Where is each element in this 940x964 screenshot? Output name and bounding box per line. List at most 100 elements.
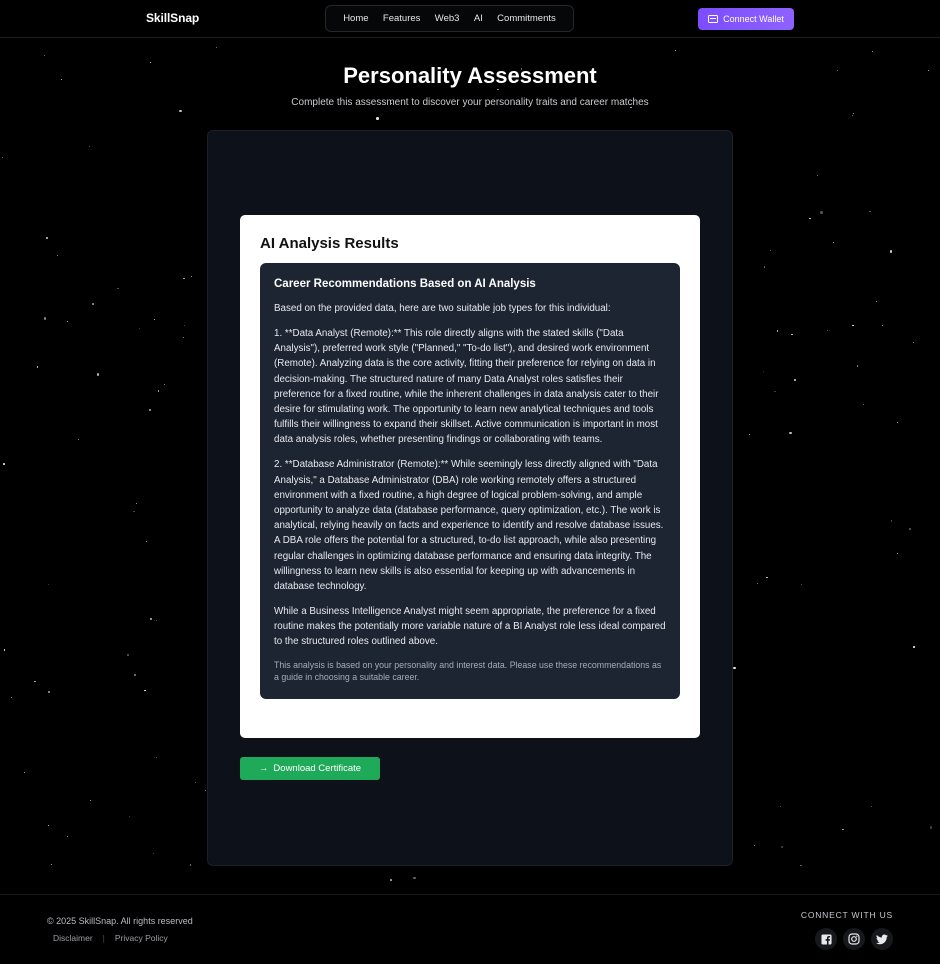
star-dot bbox=[842, 828, 844, 831]
analysis-conclusion: While a Business Intelligence Analyst mi… bbox=[274, 606, 666, 648]
star-dot bbox=[852, 324, 854, 327]
star-dot bbox=[801, 583, 803, 585]
instagram-icon[interactable] bbox=[843, 928, 865, 950]
star-dot bbox=[56, 254, 58, 256]
star-dot bbox=[909, 528, 911, 530]
star-dot bbox=[2, 156, 4, 158]
star-dot bbox=[139, 328, 141, 330]
star-dot bbox=[146, 541, 148, 543]
star-dot bbox=[748, 433, 751, 436]
star-dot bbox=[183, 277, 185, 280]
facebook-icon[interactable] bbox=[815, 928, 837, 950]
star-dot bbox=[929, 826, 933, 829]
star-dot bbox=[856, 365, 859, 367]
star-dot bbox=[66, 320, 68, 322]
recommendation-dba: 2. **Database Administrator (Remote):** … bbox=[274, 459, 664, 593]
star-dot bbox=[128, 816, 130, 818]
star-dot bbox=[912, 341, 914, 343]
star-dot bbox=[96, 373, 100, 376]
star-dot bbox=[43, 317, 47, 320]
brand-logo[interactable]: SkillSnap bbox=[146, 11, 199, 25]
star-dot bbox=[157, 390, 160, 392]
star-dot bbox=[913, 646, 915, 648]
star-dot bbox=[156, 757, 158, 759]
star-dot bbox=[774, 390, 776, 393]
star-dot bbox=[43, 54, 45, 56]
footer: © 2025 SkillSnap. All rights reserved Di… bbox=[0, 894, 940, 964]
star-dot bbox=[127, 654, 129, 656]
star-dot bbox=[133, 510, 135, 513]
star-dot bbox=[34, 680, 36, 683]
star-dot bbox=[189, 864, 192, 866]
star-dot bbox=[89, 799, 91, 801]
star-dot bbox=[182, 336, 185, 339]
star-dot bbox=[144, 689, 146, 692]
nav-link-commitments[interactable]: Commitments bbox=[497, 13, 556, 24]
star-dot bbox=[152, 852, 155, 855]
star-dot bbox=[92, 303, 94, 305]
star-dot bbox=[36, 366, 39, 368]
star-dot bbox=[809, 217, 811, 220]
connect-wallet-button[interactable]: Connect Wallet bbox=[698, 8, 794, 30]
star-dot bbox=[153, 318, 155, 320]
star-dot bbox=[215, 46, 218, 49]
star-dot bbox=[47, 583, 50, 586]
social-links bbox=[815, 928, 893, 950]
star-dot bbox=[148, 408, 152, 412]
analysis-disclaimer-note: This analysis is based on your personali… bbox=[274, 660, 662, 683]
download-certificate-label: Download Certificate bbox=[273, 763, 362, 774]
nav-link-features[interactable]: Features bbox=[383, 13, 421, 24]
page-title: Personality Assessment bbox=[343, 63, 597, 88]
nav-links: Home Features Web3 AI Commitments bbox=[325, 5, 574, 32]
recommendation-data-analyst: 1. **Data Analyst (Remote):** This role … bbox=[274, 328, 659, 446]
star-dot bbox=[3, 463, 5, 465]
star-dot bbox=[882, 324, 884, 326]
star-dot bbox=[776, 330, 779, 332]
star-dot bbox=[194, 782, 196, 784]
star-dot bbox=[183, 324, 185, 326]
star-dot bbox=[47, 690, 51, 694]
star-dot bbox=[763, 266, 766, 268]
star-dot bbox=[762, 370, 764, 372]
star-dot bbox=[853, 113, 855, 115]
star-dot bbox=[754, 844, 756, 846]
wallet-icon bbox=[708, 15, 719, 23]
star-dot bbox=[23, 771, 25, 773]
star-dot bbox=[789, 431, 792, 435]
connect-wallet-label: Connect Wallet bbox=[723, 14, 784, 24]
star-dot bbox=[376, 117, 379, 120]
star-dot bbox=[156, 620, 158, 622]
star-dot bbox=[871, 806, 873, 808]
nav-link-ai[interactable]: AI bbox=[474, 13, 483, 24]
twitter-icon[interactable] bbox=[871, 928, 893, 950]
nav-link-web3[interactable]: Web3 bbox=[435, 13, 460, 24]
star-dot bbox=[78, 439, 80, 441]
ai-results-card: AI Analysis Results Career Recommendatio… bbox=[240, 215, 700, 738]
star-dot bbox=[413, 876, 416, 880]
star-dot bbox=[179, 109, 182, 113]
star-dot bbox=[135, 502, 138, 505]
top-navbar: SkillSnap Home Features Web3 AI Commitme… bbox=[0, 0, 940, 38]
star-dot bbox=[134, 674, 136, 676]
star-dot bbox=[779, 805, 782, 808]
analysis-heading: Career Recommendations Based on AI Analy… bbox=[274, 278, 536, 290]
star-dot bbox=[791, 333, 793, 336]
star-dot bbox=[816, 175, 818, 177]
results-title: AI Analysis Results bbox=[260, 235, 399, 252]
star-dot bbox=[204, 790, 206, 792]
star-dot bbox=[48, 824, 50, 826]
footer-link-disclaimer[interactable]: Disclaimer bbox=[53, 933, 93, 943]
analysis-intro: Based on the provided data, here are two… bbox=[274, 303, 611, 314]
download-certificate-button[interactable]: → Download Certificate bbox=[240, 757, 380, 780]
copyright-text: © 2025 SkillSnap. All rights reserved bbox=[47, 916, 193, 926]
star-dot bbox=[780, 845, 784, 849]
footer-link-privacy-policy[interactable]: Privacy Policy bbox=[115, 933, 168, 943]
star-dot bbox=[875, 300, 877, 302]
analysis-box: Career Recommendations Based on AI Analy… bbox=[260, 263, 680, 699]
star-dot bbox=[869, 210, 871, 213]
star-dot bbox=[390, 879, 392, 881]
nav-link-home[interactable]: Home bbox=[343, 13, 368, 24]
star-dot bbox=[46, 237, 48, 239]
star-dot bbox=[88, 145, 90, 148]
star-dot bbox=[117, 287, 119, 290]
